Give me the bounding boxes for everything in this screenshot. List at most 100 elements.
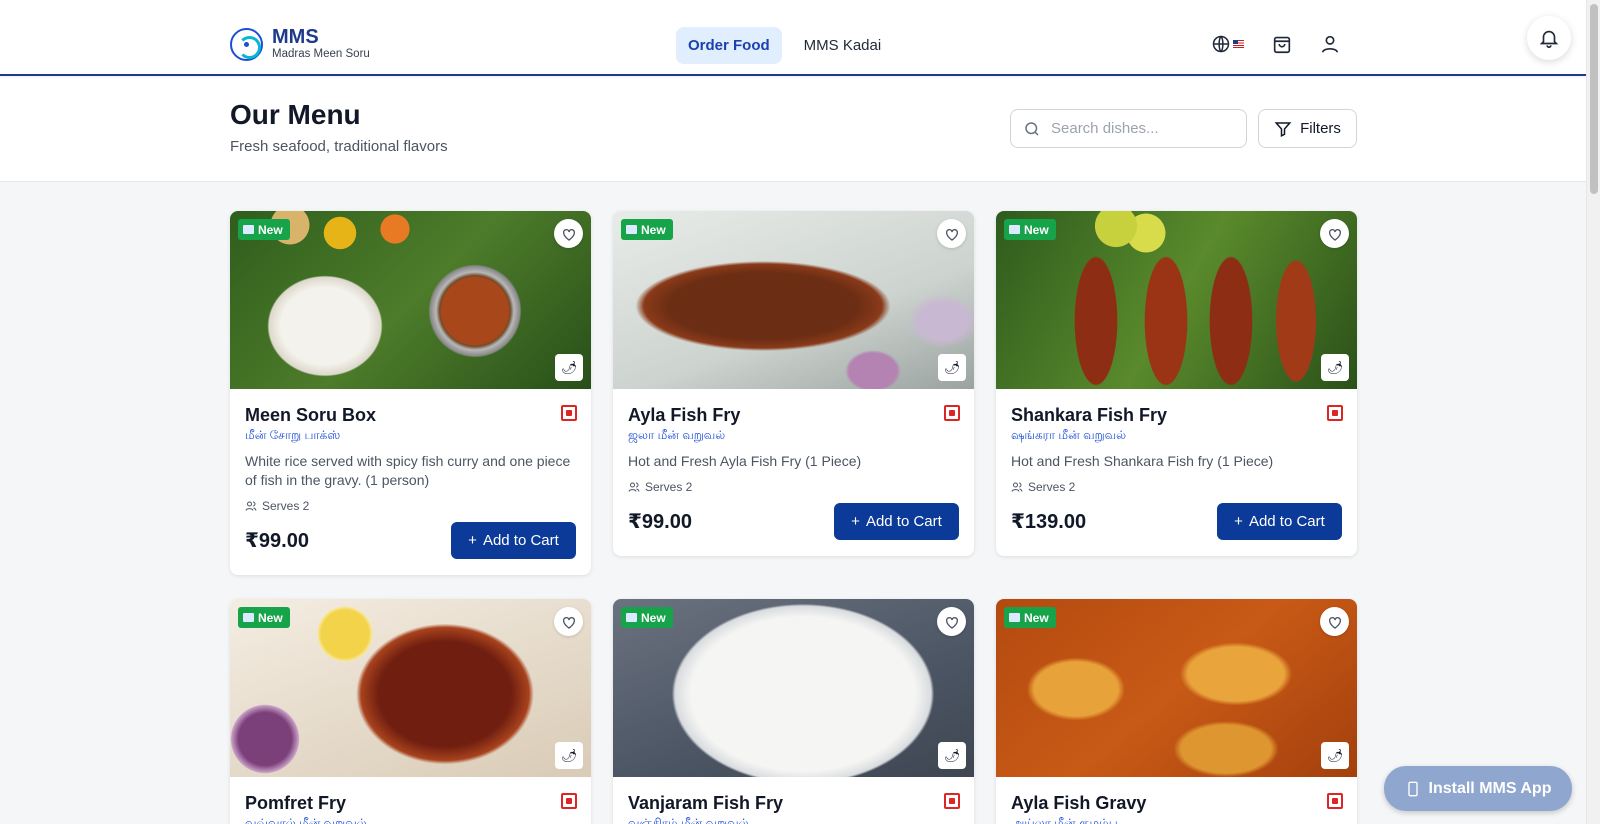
- serves-info: Serves 2: [628, 480, 959, 494]
- phone-icon: [1407, 781, 1418, 796]
- dish-title: Ayla Fish Gravy: [1011, 793, 1147, 813]
- heart-icon: [1328, 228, 1341, 241]
- menu-card[interactable]: New 🌶 Meen Soru Box மீன் சோறு பாக்ஸ் Whi…: [230, 211, 591, 575]
- install-app-label: Install MMS App: [1428, 779, 1552, 797]
- account-button[interactable]: [1318, 32, 1342, 56]
- language-button[interactable]: [1209, 32, 1233, 56]
- menu-header: Our Menu Fresh seafood, traditional flav…: [0, 78, 1586, 182]
- chili-icon: 🌶: [555, 354, 583, 381]
- dish-price: ₹139.00: [1011, 511, 1087, 533]
- chili-icon: 🌶: [1321, 354, 1349, 381]
- brand-name: MMS: [272, 26, 319, 48]
- nonveg-indicator-icon: [561, 793, 577, 809]
- new-badge: New: [621, 219, 673, 240]
- menu-card[interactable]: New 🌶 Ayla Fish Gravy அய்லா மீன் குழம்பு: [996, 599, 1357, 824]
- heart-icon: [562, 228, 575, 241]
- dish-tamil-name: ஷங்கரா மீன் வறுவல்: [1011, 428, 1127, 442]
- menu-card[interactable]: New 🌶 Ayla Fish Fry ஜலா மீன் வறுவல் Hot …: [613, 211, 974, 556]
- favorite-button[interactable]: [937, 219, 966, 248]
- dish-tamil-name: வவ்வால் மீன் வறுவல்: [245, 816, 367, 824]
- new-badge: New: [238, 607, 290, 628]
- serves-info: Serves 2: [1011, 480, 1342, 494]
- filters-button[interactable]: Filters: [1258, 109, 1357, 148]
- dish-tamil-name: வஞ்சிரம் மீன் வறுவல்: [628, 816, 749, 824]
- brand-subtitle: Madras Meen Soru: [272, 48, 370, 60]
- dish-tamil-name: மீன் சோறு பாக்ஸ்: [245, 428, 341, 442]
- nonveg-indicator-icon: [1327, 793, 1343, 809]
- dish-tamil-name: ஜலா மீன் வறுவல்: [628, 428, 726, 442]
- search-box[interactable]: [1010, 109, 1247, 148]
- notifications-button[interactable]: [1527, 16, 1571, 60]
- menu-card[interactable]: New 🌶 Pomfret Fry வவ்வால் மீன் வறுவல்: [230, 599, 591, 824]
- heart-icon: [1328, 616, 1341, 629]
- dish-tamil-name: அய்லா மீன் குழம்பு: [1011, 816, 1118, 824]
- add-to-cart-button[interactable]: + Add to Cart: [451, 522, 576, 559]
- heart-icon: [562, 616, 575, 629]
- add-to-cart-button[interactable]: + Add to Cart: [834, 503, 959, 540]
- nonveg-indicator-icon: [561, 405, 577, 421]
- plus-icon: +: [851, 513, 860, 530]
- chili-icon: 🌶: [938, 354, 966, 381]
- nav-mms-kadai[interactable]: MMS Kadai: [792, 27, 894, 64]
- main-nav: Order Food MMS Kadai: [676, 27, 893, 64]
- users-icon: [1011, 482, 1023, 492]
- dish-description: White rice served with spicy fish curry …: [245, 453, 571, 488]
- dish-image: New 🌶: [230, 599, 591, 777]
- search-icon: [1025, 121, 1039, 136]
- filters-label: Filters: [1300, 120, 1341, 137]
- dish-title: Vanjaram Fish Fry: [628, 793, 784, 813]
- plus-icon: +: [1234, 513, 1243, 530]
- scrollbar-thumb[interactable]: [1590, 4, 1598, 194]
- dish-price: ₹99.00: [245, 530, 309, 552]
- filter-icon: [1274, 121, 1292, 137]
- dish-title: Meen Soru Box: [245, 405, 377, 425]
- favorite-button[interactable]: [1320, 607, 1349, 636]
- user-icon: [1321, 35, 1339, 53]
- serves-info: Serves 2: [245, 499, 576, 513]
- shopping-bag-icon: [1273, 36, 1291, 54]
- new-badge-icon: [243, 613, 254, 622]
- search-input[interactable]: [1051, 120, 1231, 137]
- heart-icon: [945, 616, 958, 629]
- dish-price: ₹99.00: [628, 511, 692, 533]
- us-flag-icon: [1233, 40, 1244, 48]
- users-icon: [245, 501, 257, 511]
- install-app-button[interactable]: Install MMS App: [1384, 766, 1572, 811]
- dish-image: New 🌶: [613, 211, 974, 389]
- mms-logo-icon: [230, 27, 263, 61]
- favorite-button[interactable]: [937, 607, 966, 636]
- new-badge: New: [1004, 607, 1056, 628]
- chili-icon: 🌶: [938, 742, 966, 769]
- chili-icon: 🌶: [1321, 742, 1349, 769]
- dish-description: Hot and Fresh Shankara Fish fry (1 Piece…: [1011, 453, 1274, 469]
- add-to-cart-button[interactable]: + Add to Cart: [1217, 503, 1342, 540]
- nonveg-indicator-icon: [944, 405, 960, 421]
- nav-order-food[interactable]: Order Food: [676, 27, 782, 64]
- page-subtitle: Fresh seafood, traditional flavors: [230, 138, 448, 155]
- heart-icon: [945, 228, 958, 241]
- nonveg-indicator-icon: [1327, 405, 1343, 421]
- new-badge-icon: [1009, 225, 1020, 234]
- menu-card[interactable]: New 🌶 Vanjaram Fish Fry வஞ்சிரம் மீன் வற…: [613, 599, 974, 824]
- globe-icon: [1212, 35, 1230, 53]
- page-title: Our Menu: [230, 99, 361, 130]
- dish-title: Shankara Fish Fry: [1011, 405, 1168, 425]
- brand-logo-link[interactable]: MMS Madras Meen Soru: [230, 27, 370, 61]
- new-badge: New: [621, 607, 673, 628]
- plus-icon: +: [468, 532, 477, 549]
- dish-title: Pomfret Fry: [245, 793, 347, 813]
- new-badge-icon: [626, 613, 637, 622]
- favorite-button[interactable]: [554, 607, 583, 636]
- new-badge: New: [238, 219, 290, 240]
- new-badge-icon: [243, 225, 254, 234]
- page-scrollbar[interactable]: [1586, 0, 1600, 824]
- favorite-button[interactable]: [554, 219, 583, 248]
- dish-image: New 🌶: [613, 599, 974, 777]
- cart-button[interactable]: [1270, 32, 1294, 56]
- dish-title: Ayla Fish Fry: [628, 405, 741, 425]
- new-badge-icon: [1009, 613, 1020, 622]
- bell-icon: [1539, 30, 1559, 48]
- top-navbar: MMS Madras Meen Soru Order Food MMS Kada…: [0, 0, 1586, 76]
- menu-card[interactable]: New 🌶 Shankara Fish Fry ஷங்கரா மீன் வறுவ…: [996, 211, 1357, 556]
- favorite-button[interactable]: [1320, 219, 1349, 248]
